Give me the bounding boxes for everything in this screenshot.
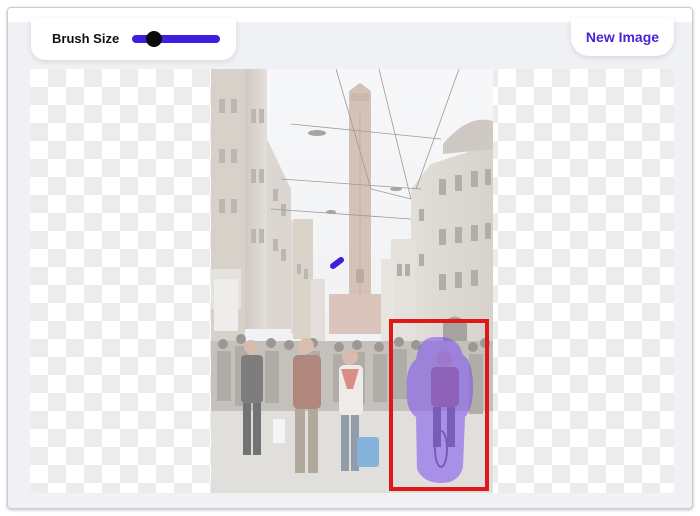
editor-canvas[interactable]: [30, 69, 674, 493]
app-window: Brush Size New Image: [7, 7, 693, 509]
new-image-button[interactable]: New Image: [571, 18, 674, 56]
brush-size-label: Brush Size: [52, 31, 120, 46]
brush-size-control: Brush Size: [31, 18, 236, 60]
slider-thumb[interactable]: [146, 31, 162, 47]
brush-size-slider[interactable]: [132, 31, 220, 47]
street-photo[interactable]: [211, 69, 493, 493]
